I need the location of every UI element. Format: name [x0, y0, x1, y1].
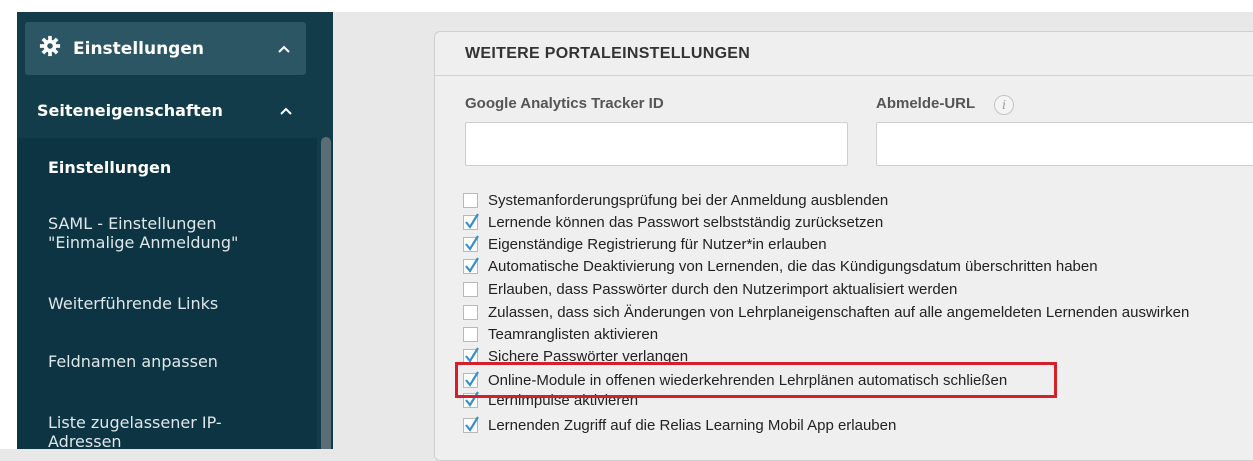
- checkbox-unchecked[interactable]: [463, 326, 478, 342]
- checkbox-row[interactable]: Teamranglisten aktivieren: [463, 324, 658, 344]
- sidebar-item-saml[interactable]: SAML - Einstellungen "Einmalige Anmeldun…: [48, 214, 278, 252]
- checkbox-checked[interactable]: [463, 234, 479, 252]
- checkbox-checked[interactable]: [463, 415, 479, 433]
- checkbox-label: Zulassen, dass sich Änderungen von Lehrp…: [488, 303, 1190, 321]
- chevron-up-icon[interactable]: [277, 44, 291, 54]
- sidebar-item-ip-adressen[interactable]: Liste zugelassener IP-Adressen: [48, 413, 258, 449]
- sidebar-header-einstellungen[interactable]: Einstellungen: [25, 22, 306, 75]
- tracker-id-input[interactable]: [465, 122, 848, 166]
- checkbox-checked[interactable]: [463, 212, 479, 230]
- checkbox-row[interactable]: Systemanforderungsprüfung bei der Anmeld…: [463, 190, 888, 210]
- checkbox-row[interactable]: Lernende können das Passwort selbstständ…: [463, 212, 883, 232]
- checkbox-row[interactable]: Automatische Deaktivierung von Lernenden…: [463, 256, 1098, 276]
- sidebar-item-einstellungen[interactable]: Einstellungen: [48, 158, 171, 177]
- checkmark-icon: [465, 234, 479, 251]
- checkmark-icon: [465, 415, 479, 432]
- sidebar-item-feldnamen[interactable]: Feldnamen anpassen: [48, 352, 218, 371]
- checkbox-row[interactable]: Erlauben, dass Passwörter durch den Nutz…: [463, 279, 957, 299]
- sidebar-section-label: Seiteneigenschaften: [37, 101, 223, 120]
- info-icon[interactable]: i: [994, 95, 1014, 115]
- checkmark-icon: [465, 212, 479, 229]
- logout-url-input[interactable]: [876, 122, 1253, 166]
- window-frame-left: [0, 0, 17, 449]
- window-frame-top: [0, 0, 1253, 12]
- checkbox-label: Teamranglisten aktivieren: [488, 325, 659, 343]
- chevron-up-icon[interactable]: [279, 106, 293, 116]
- sidebar: Einstellungen Seiteneigenschaften Einste…: [17, 12, 333, 449]
- checkbox-unchecked[interactable]: [463, 192, 478, 208]
- tracker-id-label: Google Analytics Tracker ID: [465, 95, 664, 112]
- sidebar-item-links[interactable]: Weiterführende Links: [48, 294, 218, 313]
- checkbox-label: Lernenden Zugriff auf die Relias Learnin…: [488, 416, 897, 434]
- highlight-box: [455, 362, 1057, 398]
- checkbox-row[interactable]: Lernenden Zugriff auf die Relias Learnin…: [463, 415, 896, 435]
- checkbox-unchecked[interactable]: [463, 304, 478, 320]
- checkbox-label: Systemanforderungsprüfung bei der Anmeld…: [488, 191, 889, 209]
- sidebar-scrollbar-thumb[interactable]: [321, 137, 331, 449]
- checkbox-label: Eigenständige Registrierung für Nutzer*i…: [488, 235, 827, 253]
- gear-icon: [39, 35, 73, 62]
- checkbox-unchecked[interactable]: [463, 281, 478, 297]
- logout-url-label: Abmelde-URL: [876, 95, 976, 112]
- checkmark-icon: [465, 256, 479, 273]
- panel-title: WEITERE PORTALEINSTELLUNGEN: [435, 32, 1253, 76]
- sidebar-header-label: Einstellungen: [73, 38, 204, 59]
- checkbox-label: Automatische Deaktivierung von Lernenden…: [488, 257, 1098, 275]
- checkmark-icon: [465, 346, 479, 363]
- checkbox-row[interactable]: Zulassen, dass sich Änderungen von Lehrp…: [463, 302, 1189, 322]
- checkbox-label: Lernende können das Passwort selbstständ…: [488, 213, 884, 231]
- checkbox-checked[interactable]: [463, 256, 479, 274]
- checkbox-label: Erlauben, dass Passwörter durch den Nutz…: [488, 280, 958, 298]
- sidebar-section-seiteneigenschaften[interactable]: Seiteneigenschaften: [17, 83, 317, 138]
- checkbox-row[interactable]: Eigenständige Registrierung für Nutzer*i…: [463, 234, 827, 254]
